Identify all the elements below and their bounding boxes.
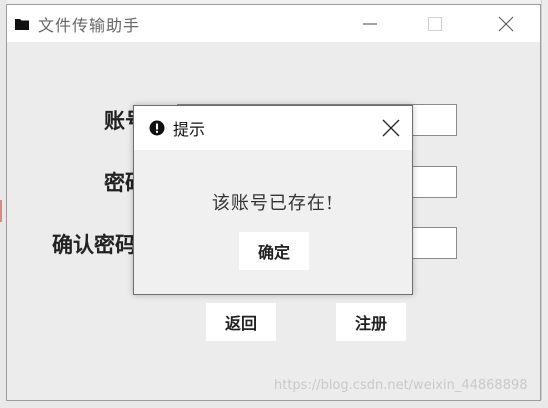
minimize-button[interactable] [347,5,393,42]
watermark-text: https://blog.csdn.net/weixin_44868898 [274,378,528,393]
close-icon [498,16,514,31]
dialog-titlebar[interactable]: 提示 [134,106,412,150]
ok-button[interactable]: 确定 [239,232,309,270]
maximize-icon [428,16,442,31]
back-button[interactable]: 返回 [206,303,276,341]
warning-icon [149,120,165,136]
background-window-edge-bottom [0,400,548,408]
dialog-title: 提示 [173,120,206,139]
maximize-button[interactable] [412,5,458,42]
window-titlebar[interactable]: 文件传输助手 [7,5,540,42]
folder-icon [14,16,30,32]
confirm-password-label: 确认密码 [52,232,136,257]
dialog-message: 该账号已存在! [211,193,335,214]
alert-dialog: 提示 该账号已存在! 确定 [133,105,413,295]
window-title: 文件传输助手 [38,15,141,35]
register-button[interactable]: 注册 [336,303,406,341]
background-window-edge-right [541,0,548,408]
dialog-close-button[interactable] [370,106,412,150]
minimize-icon [363,23,377,24]
close-button[interactable] [483,5,529,42]
close-icon [382,119,400,137]
